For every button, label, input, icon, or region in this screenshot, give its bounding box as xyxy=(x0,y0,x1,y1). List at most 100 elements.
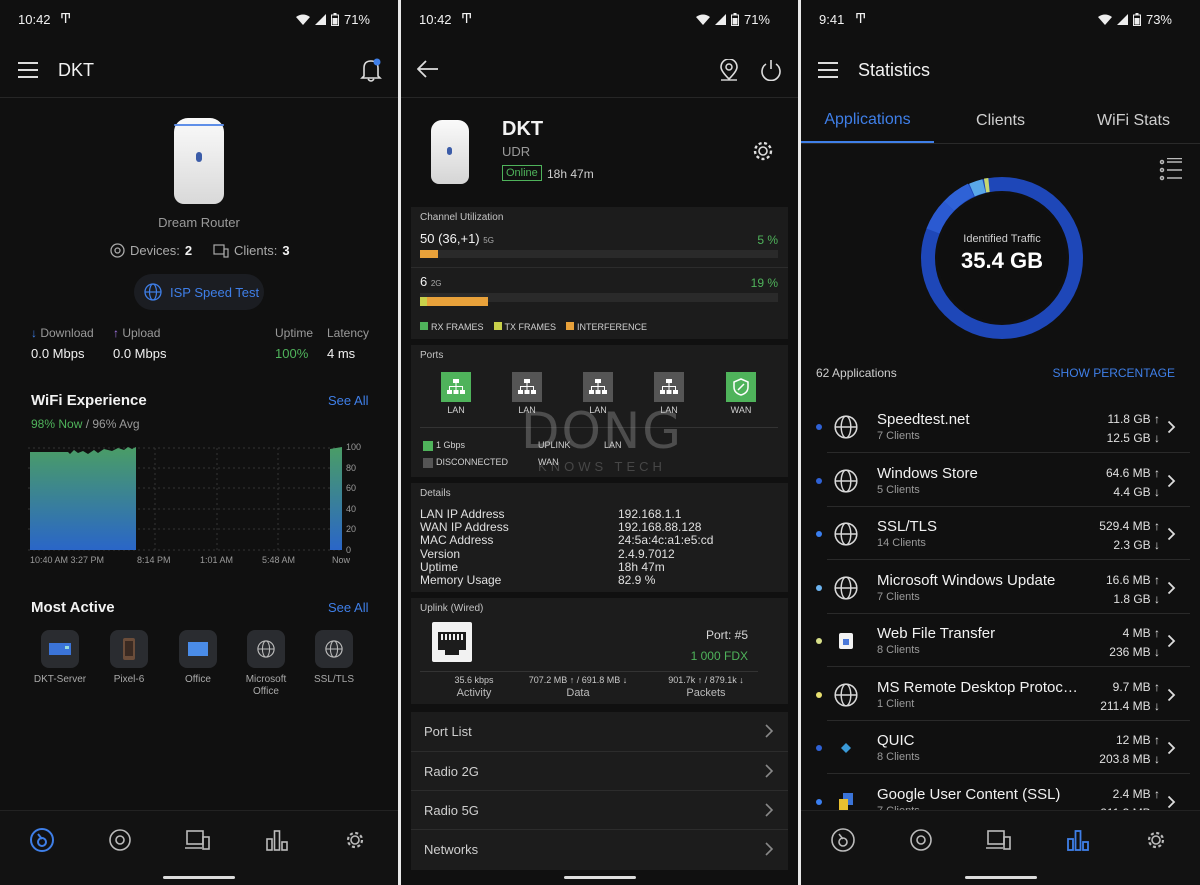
devices-icon xyxy=(109,829,131,851)
nav-devices[interactable] xyxy=(901,825,941,855)
uplink-data-value: 707.2 MB ↑ / 691.8 MB ↓ xyxy=(528,675,628,685)
tab-wifi-stats[interactable]: WiFi Stats xyxy=(1067,98,1200,143)
chevron-right-icon xyxy=(764,723,774,744)
phone-icon xyxy=(110,630,148,668)
app-row[interactable]: Microsoft Windows Update 7 Clients 16.6 MB… xyxy=(801,561,1200,614)
devices-count[interactable]: Devices: 2 xyxy=(110,243,192,258)
clients-count[interactable]: Clients: 3 xyxy=(213,243,290,258)
details-card: Details LAN IP Address 192.168.1.1 WAN IP … xyxy=(411,483,788,592)
app-color-dot xyxy=(816,798,822,805)
app-upload: 64.6 MB ↑ xyxy=(1105,465,1160,480)
menu-item[interactable]: Radio 5G xyxy=(411,790,788,829)
signal-icon xyxy=(1116,14,1128,25)
menu-item[interactable]: Networks xyxy=(411,829,788,868)
nav-statistics[interactable] xyxy=(1058,825,1098,855)
gear-icon xyxy=(1147,831,1165,849)
tab-applications[interactable]: Applications xyxy=(801,98,934,143)
nav-clients[interactable] xyxy=(178,825,218,855)
app-row[interactable]: Windows Store 5 Clients 64.6 MB ↑ 4.4 GB ↓ xyxy=(801,454,1200,507)
channel-5g-percent: 5 % xyxy=(757,233,778,247)
router-image xyxy=(431,120,469,184)
app-name: Google User Content (SSL) xyxy=(877,785,1061,803)
app-color-dot xyxy=(816,424,822,430)
home-indicator xyxy=(964,876,1037,879)
show-percentage-button[interactable]: SHOW PERCENTAGE xyxy=(1053,366,1175,380)
device-settings-gear-icon[interactable] xyxy=(751,139,775,168)
nav-clients[interactable] xyxy=(979,825,1019,855)
details-title: Details xyxy=(420,488,451,499)
channel-5g: 50 (36,+1) 5G xyxy=(420,231,494,246)
download-value: 0.0 Mbps xyxy=(31,346,85,361)
online-badge: Online xyxy=(502,165,542,181)
port-1[interactable]: LAN xyxy=(441,372,471,415)
app-upload: 2.4 MB ↑ xyxy=(1112,786,1160,801)
menu-item[interactable]: Radio 2G xyxy=(411,751,788,790)
apps-count: 62 Applications xyxy=(816,366,897,380)
menu-item-label: Networks xyxy=(424,842,479,857)
monitor-icon xyxy=(179,630,217,668)
most-active-item[interactable]: Microsoft Office xyxy=(238,630,294,698)
nav-settings[interactable] xyxy=(1136,825,1176,855)
menu-icon[interactable] xyxy=(818,62,838,83)
bar-chart-icon xyxy=(266,830,288,851)
status-bar: 10:42 Ͳ 71% xyxy=(419,11,770,32)
carrier-icon: Ͳ xyxy=(461,11,473,26)
battery-icon xyxy=(730,13,739,26)
battery-icon xyxy=(1132,13,1141,26)
most-active-item[interactable]: Office xyxy=(170,630,226,686)
app-name: Microsoft Windows Update xyxy=(877,571,1056,589)
chevron-right-icon xyxy=(1167,581,1176,600)
back-arrow-icon[interactable] xyxy=(416,60,439,83)
channel-2g: 6 2G xyxy=(420,274,442,289)
latency-value: 4 ms xyxy=(327,346,356,361)
status-bar: 10:42 Ͳ 71% xyxy=(18,11,370,32)
page-title: Statistics xyxy=(858,60,931,80)
menu-item-label: Radio 5G xyxy=(424,803,479,818)
signal-icon xyxy=(714,14,726,25)
menu-icon[interactable] xyxy=(18,62,38,83)
channel-5g-bar xyxy=(420,250,778,258)
nav-dashboard[interactable] xyxy=(22,825,62,855)
tab-clients[interactable]: Clients xyxy=(934,98,1067,143)
nav-statistics[interactable] xyxy=(257,825,297,855)
app-row[interactable]: Web File Transfer 8 Clients 4 MB ↑ 236 MB ↓ xyxy=(801,614,1200,667)
nav-dashboard[interactable] xyxy=(823,825,863,855)
list-view-icon[interactable] xyxy=(1159,157,1183,187)
app-clients: 7 Clients xyxy=(877,590,920,603)
detail-key: Version xyxy=(420,546,461,561)
menu-item[interactable]: Port List xyxy=(411,712,788,751)
app-row[interactable]: MS Remote Desktop Protoc… 1 Client 9.7 MB … xyxy=(801,668,1200,721)
app-row[interactable]: SSL/TLS 14 Clients 529.4 MB ↑ 2.3 GB ↓ xyxy=(801,507,1200,560)
wifi-see-all-link[interactable]: See All xyxy=(328,393,368,408)
watermark-subtitle: KNOWS TECH xyxy=(538,459,666,474)
nav-devices[interactable] xyxy=(100,825,140,855)
channel-5g-band: 5G xyxy=(483,236,494,245)
app-upload: 529.4 MB ↑ xyxy=(1099,519,1160,533)
uptime-label: Uptime xyxy=(275,326,314,340)
app-clients: 8 Clients xyxy=(877,644,920,656)
uplink-card: Uplink (Wired) Port: #5 1 000 FDX 35.6 k… xyxy=(411,598,788,704)
app-row[interactable]: Speedtest.net 7 Clients 11.8 GB ↑ 12.5 GB ↓ xyxy=(801,400,1200,453)
locate-icon[interactable] xyxy=(719,58,739,86)
app-clients: 8 Clients xyxy=(877,751,920,763)
most-active-see-all-link[interactable]: See All xyxy=(328,600,368,615)
isp-speed-test-button[interactable]: ISP Speed Test xyxy=(134,274,264,310)
power-icon[interactable] xyxy=(760,59,782,86)
dashboard-screen: 10:42 Ͳ 71% DKT Dream Router Devices: 2 … xyxy=(0,0,398,885)
app-upload: 11.8 GB ↑ xyxy=(1107,412,1160,426)
app-clients: 5 Clients xyxy=(877,483,920,496)
wifi-icon xyxy=(695,14,710,25)
wifi-now: 98% Now xyxy=(31,417,83,431)
upload-stat: ↑ Upload xyxy=(113,326,161,340)
app-row[interactable]: QUIC 8 Clients 12 MB ↑ 203.8 MB ↓ xyxy=(801,721,1200,774)
nav-settings[interactable] xyxy=(335,825,375,855)
globe-icon xyxy=(247,630,285,668)
uplink-type: (Wired) xyxy=(450,603,484,614)
most-active-item[interactable]: DKT-Server xyxy=(32,630,88,686)
port-5[interactable]: WAN xyxy=(726,372,756,415)
most-active-item[interactable]: Pixel-6 xyxy=(101,630,157,686)
upload-label: Upload xyxy=(122,326,161,340)
most-active-item[interactable]: SSL/TLS xyxy=(306,630,362,686)
app-clients: 14 Clients xyxy=(877,537,926,549)
notification-bell-icon[interactable] xyxy=(360,58,382,87)
